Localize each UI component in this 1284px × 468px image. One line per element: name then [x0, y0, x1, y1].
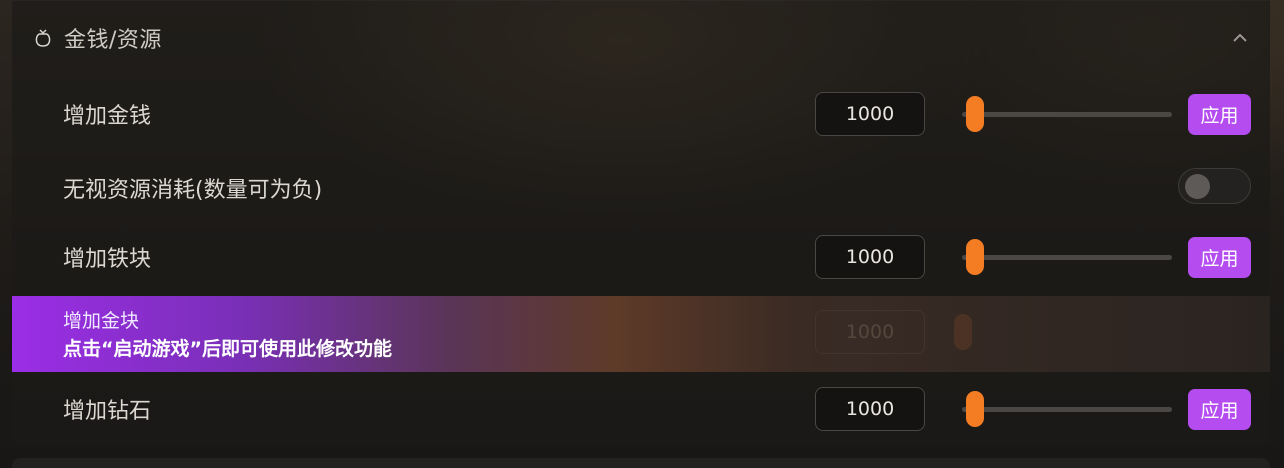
- chevron-up-icon[interactable]: [1230, 28, 1250, 48]
- row-add-money: 增加金钱 1000 应用: [12, 92, 1270, 152]
- ignore-consumption-toggle[interactable]: [1178, 168, 1251, 204]
- slider-track: [962, 407, 1172, 412]
- row-add-diamond: 增加钻石 1000 应用: [12, 387, 1270, 447]
- diamond-value-input[interactable]: 1000: [815, 387, 925, 431]
- toggle-knob: [1185, 174, 1210, 199]
- row-label: 增加金钱: [63, 104, 152, 129]
- next-section-edge: [12, 458, 1270, 468]
- section-title: 金钱/资源: [64, 28, 162, 53]
- row-add-gold-locked: 1000 增加金块 点击“启动游戏”后即可使用此修改功能: [12, 296, 1270, 372]
- apply-money-button[interactable]: 应用: [1188, 94, 1251, 135]
- row-label: 增加钻石: [63, 399, 152, 424]
- money-value-input[interactable]: 1000: [815, 92, 925, 136]
- money-bag-icon: [35, 29, 51, 47]
- slider-thumb[interactable]: [966, 239, 984, 275]
- gold-slider-thumb: [954, 314, 972, 350]
- gold-value-input: 1000: [815, 310, 925, 354]
- slider-thumb[interactable]: [966, 391, 984, 427]
- row-ignore-consumption: 无视资源消耗(数量可为负): [12, 168, 1270, 228]
- slider-thumb[interactable]: [966, 96, 984, 132]
- money-slider[interactable]: [954, 92, 1172, 136]
- section-header[interactable]: 金钱/资源: [12, 0, 1270, 76]
- row-add-iron: 增加铁块 1000 应用: [12, 235, 1270, 295]
- iron-value-input[interactable]: 1000: [815, 235, 925, 279]
- row-label: 增加铁块: [63, 247, 152, 272]
- diamond-slider[interactable]: [954, 387, 1172, 431]
- slider-track: [962, 255, 1172, 260]
- resources-panel: 金钱/资源 增加金钱 1000 应用 无视资源消耗(数量可为负) 增加铁块 10…: [12, 0, 1270, 446]
- slider-track: [962, 112, 1172, 117]
- iron-slider[interactable]: [954, 235, 1172, 279]
- row-label: 无视资源消耗(数量可为负): [63, 178, 323, 203]
- apply-diamond-button[interactable]: 应用: [1188, 389, 1251, 430]
- row-label: 增加金块: [63, 310, 140, 332]
- apply-iron-button[interactable]: 应用: [1188, 237, 1251, 278]
- locked-message: 点击“启动游戏”后即可使用此修改功能: [63, 338, 392, 360]
